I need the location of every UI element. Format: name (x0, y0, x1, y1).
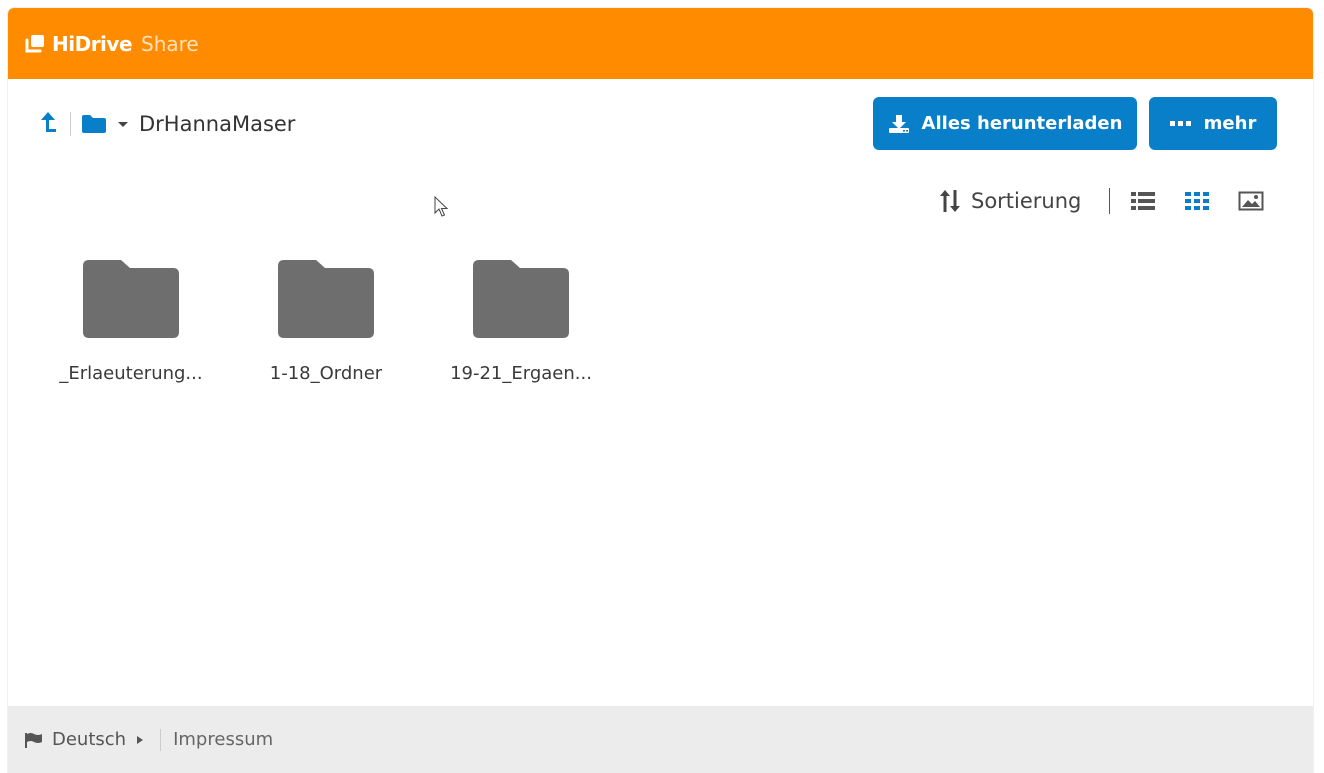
more-dots-icon (1169, 120, 1191, 126)
impressum-link[interactable]: Impressum (173, 729, 273, 750)
brand-sub: Share (141, 31, 199, 56)
download-icon (888, 114, 909, 133)
gallery-view-icon[interactable] (1238, 190, 1264, 212)
breadcrumb-divider (70, 112, 71, 136)
current-folder-title: DrHannaMaser (139, 112, 296, 136)
sort-button[interactable]: Sortierung (971, 189, 1081, 213)
view-toolbar: Sortierung (938, 183, 1264, 219)
list-view-icon[interactable] (1130, 190, 1156, 212)
folder-icon (278, 260, 374, 338)
language-selector[interactable]: Deutsch (52, 729, 126, 750)
hidrive-share-window: HiDrive Share DrHannaMaser Alles herunte… (8, 8, 1313, 773)
folder-tile[interactable]: _Erlaeuterung... (46, 258, 216, 384)
hidrive-logo-icon (25, 34, 44, 52)
folder-icon (83, 260, 179, 338)
mouse-cursor-icon (434, 196, 448, 217)
breadcrumb: DrHannaMaser (38, 106, 295, 142)
footer-divider (160, 728, 162, 751)
caret-down-icon[interactable] (117, 119, 129, 129)
top-bar: HiDrive Share (8, 8, 1313, 79)
more-label: mehr (1203, 113, 1257, 134)
brand-logo-link[interactable]: HiDrive Share (22, 32, 199, 56)
download-all-button[interactable]: Alles herunterladen (873, 97, 1137, 150)
folder-name: 19-21_Ergaen... (450, 363, 592, 384)
folder-grid: _Erlaeuterung... 1-18_Ordner 19-21_Ergae… (46, 258, 631, 384)
folder-tile[interactable]: 1-18_Ordner (241, 258, 411, 384)
caret-right-icon[interactable] (136, 735, 144, 745)
folder-name: _Erlaeuterung... (59, 363, 203, 384)
folder-icon[interactable] (81, 114, 107, 134)
brand-name: HiDrive (52, 31, 133, 56)
grid-view-icon[interactable] (1184, 190, 1210, 212)
footer: Deutsch Impressum (8, 706, 1313, 773)
arrow-up-icon[interactable] (38, 110, 58, 138)
flag-icon (25, 732, 42, 748)
more-button[interactable]: mehr (1149, 97, 1277, 150)
page: HiDrive Share DrHannaMaser Alles herunte… (0, 0, 1324, 773)
sort-icon[interactable] (938, 188, 962, 214)
folder-name: 1-18_Ordner (269, 363, 383, 384)
download-all-label: Alles herunterladen (921, 113, 1123, 134)
folder-tile[interactable]: 19-21_Ergaen... (436, 258, 606, 384)
folder-icon (473, 260, 569, 338)
view-toolbar-divider (1109, 188, 1111, 214)
